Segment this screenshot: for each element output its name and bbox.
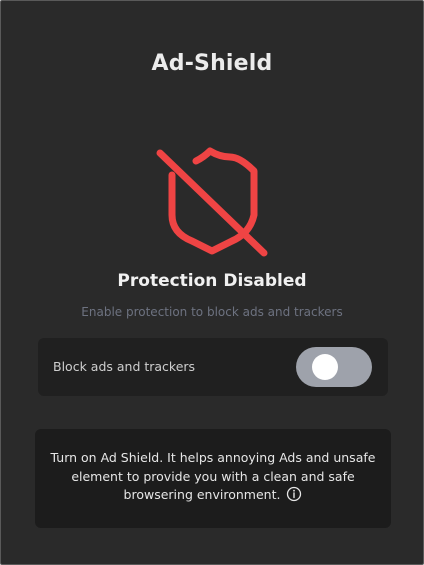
ad-shield-popup: Ad-Shield Protection Disabled Enable pro… xyxy=(0,0,424,565)
toggle-knob xyxy=(312,354,338,380)
info-icon[interactable] xyxy=(286,486,302,502)
block-ads-toggle[interactable] xyxy=(296,347,372,387)
shield-off-icon xyxy=(154,147,270,259)
protection-status: Protection Disabled xyxy=(117,271,307,291)
block-ads-label: Block ads and trackers xyxy=(53,359,196,374)
block-ads-setting: Block ads and trackers xyxy=(38,338,388,396)
info-message: Turn on Ad Shield. It helps annoying Ads… xyxy=(50,450,376,502)
info-card: Turn on Ad Shield. It helps annoying Ads… xyxy=(35,429,391,528)
protection-hint: Enable protection to block ads and track… xyxy=(81,305,343,319)
app-title: Ad-Shield xyxy=(151,51,273,76)
